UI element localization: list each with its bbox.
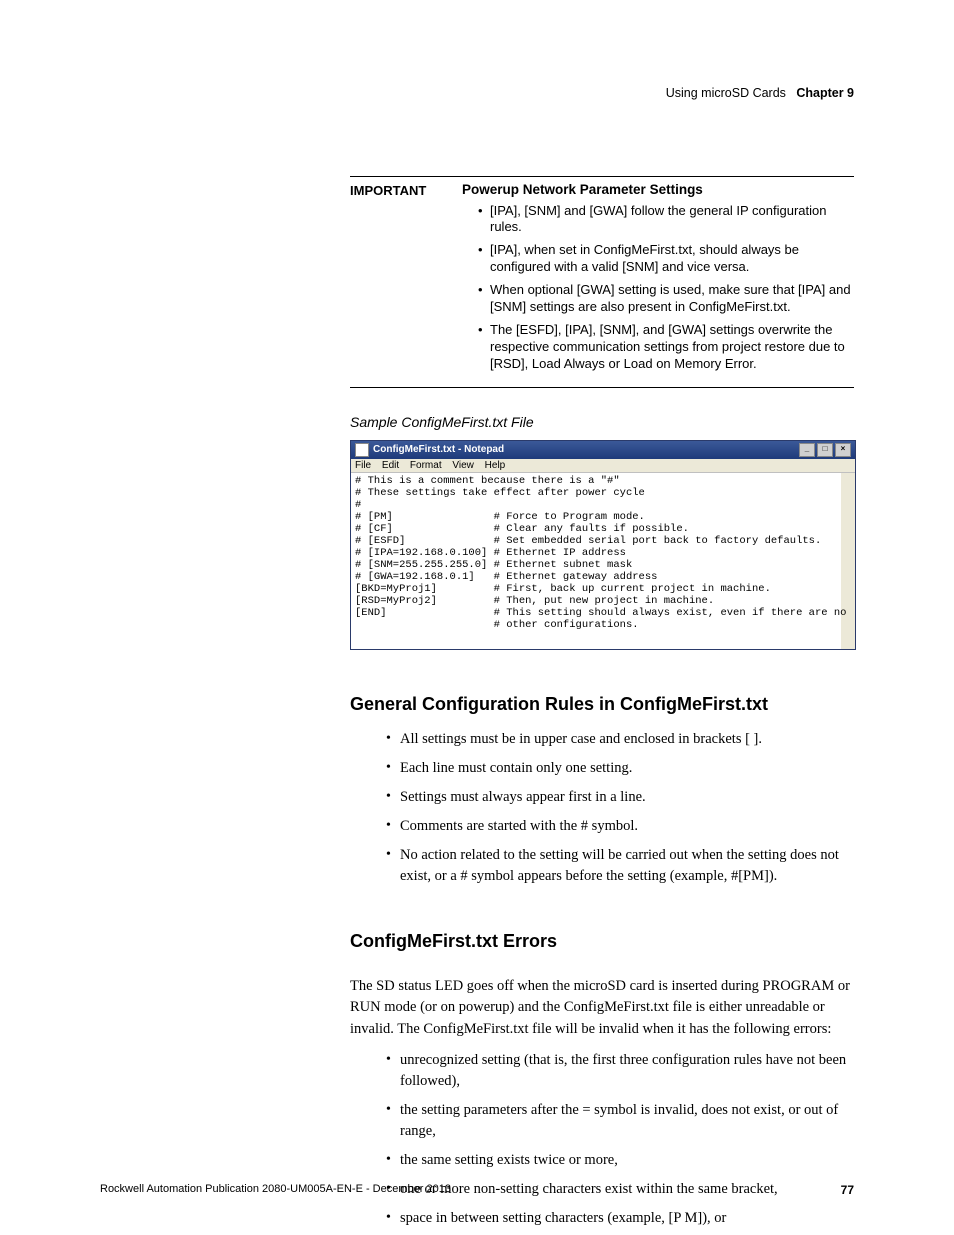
list-item: When optional [GWA] setting is used, mak… [478,282,854,316]
notepad-textarea[interactable]: # This is a comment because there is a "… [351,473,855,650]
menu-edit[interactable]: Edit [382,460,399,471]
notepad-titlebar: ConfigMeFirst.txt - Notepad _ □ × [351,441,855,459]
header-section: Using microSD Cards [666,86,786,100]
important-callout: IMPORTANT Powerup Network Parameter Sett… [350,176,854,388]
window-controls: _ □ × [799,443,851,457]
notepad-window: ConfigMeFirst.txt - Notepad _ □ × File E… [350,440,856,651]
publication-id: Rockwell Automation Publication 2080-UM0… [100,1183,451,1197]
minimize-icon[interactable]: _ [799,443,815,457]
list-item: Each line must contain only one setting. [386,758,854,779]
list-item: space in between setting characters (exa… [386,1208,854,1229]
menu-format[interactable]: Format [410,460,442,471]
section-heading-general-rules: General Configuration Rules in ConfigMeF… [350,694,854,715]
figure-caption: Sample ConfigMeFirst.txt File [350,414,854,430]
close-icon[interactable]: × [835,443,851,457]
general-rules-list: All settings must be in upper case and e… [350,729,854,887]
list-item: unrecognized setting (that is, the first… [386,1050,854,1092]
header-chapter: Chapter 9 [796,86,854,100]
menu-help[interactable]: Help [485,460,506,471]
list-item: [IPA], when set in ConfigMeFirst.txt, sh… [478,242,854,276]
page-footer: Rockwell Automation Publication 2080-UM0… [100,1183,854,1197]
errors-list: unrecognized setting (that is, the first… [350,1050,854,1229]
notepad-icon [355,443,369,457]
section-heading-errors: ConfigMeFirst.txt Errors [350,931,854,952]
important-list: [IPA], [SNM] and [GWA] follow the genera… [462,203,854,373]
list-item: Comments are started with the # symbol. [386,816,854,837]
page-number: 77 [841,1183,854,1197]
list-item: No action related to the setting will be… [386,845,854,887]
list-item: the setting parameters after the = symbo… [386,1100,854,1142]
list-item: [IPA], [SNM] and [GWA] follow the genera… [478,203,854,237]
notepad-menubar: File Edit Format View Help [351,459,855,473]
important-label: IMPORTANT [350,181,462,379]
menu-file[interactable]: File [355,460,371,471]
running-header: Using microSD Cards Chapter 9 [666,86,854,100]
list-item: Settings must always appear first in a l… [386,787,854,808]
important-heading: Powerup Network Parameter Settings [462,181,854,199]
list-item: All settings must be in upper case and e… [386,729,854,750]
errors-paragraph: The SD status LED goes off when the micr… [350,976,854,1039]
list-item: the same setting exists twice or more, [386,1150,854,1171]
notepad-title-text: ConfigMeFirst.txt - Notepad [373,444,504,455]
maximize-icon[interactable]: □ [817,443,833,457]
menu-view[interactable]: View [452,460,474,471]
list-item: The [ESFD], [IPA], [SNM], and [GWA] sett… [478,322,854,373]
